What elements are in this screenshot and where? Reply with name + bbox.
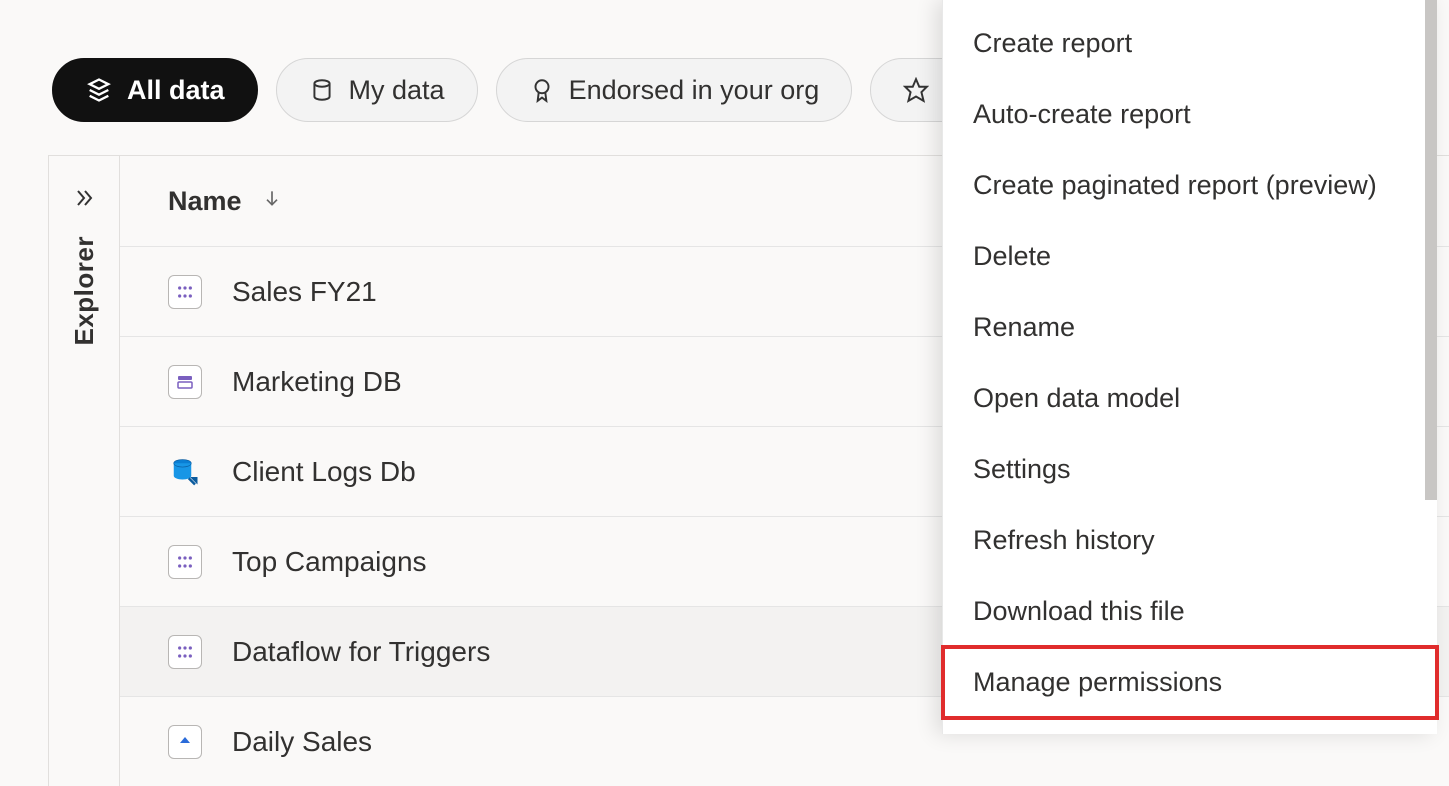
database-icon: [168, 455, 202, 489]
row-name: Top Campaigns: [232, 546, 427, 578]
menu-create-paginated-report[interactable]: Create paginated report (preview): [943, 150, 1437, 221]
arrow-up-icon: [168, 725, 202, 759]
row-name: Dataflow for Triggers: [232, 636, 490, 668]
filter-label: Endorsed in your org: [569, 75, 820, 106]
datamart-icon: [168, 365, 202, 399]
menu-create-report[interactable]: Create report: [943, 8, 1437, 79]
cylinder-icon: [309, 77, 335, 103]
menu-auto-create-report[interactable]: Auto-create report: [943, 79, 1437, 150]
star-icon: [903, 77, 929, 103]
dataset-icon: [168, 275, 202, 309]
explorer-label: Explorer: [69, 236, 100, 346]
filter-label: All data: [127, 75, 225, 106]
menu-settings[interactable]: Settings: [943, 434, 1437, 505]
filter-all-data[interactable]: All data: [52, 58, 258, 122]
filter-my-data[interactable]: My data: [276, 58, 478, 122]
expand-explorer-icon[interactable]: [72, 186, 96, 214]
row-name: Client Logs Db: [232, 456, 416, 488]
filter-label: My data: [349, 75, 445, 106]
row-name: Sales FY21: [232, 276, 377, 308]
dataset-icon: [168, 545, 202, 579]
stack-icon: [85, 76, 113, 104]
scrollbar[interactable]: [1425, 0, 1437, 500]
explorer-rail: Explorer: [48, 156, 120, 786]
context-menu: Create report Auto-create report Create …: [942, 0, 1437, 734]
menu-delete[interactable]: Delete: [943, 221, 1437, 292]
sort-arrow-icon: [262, 188, 282, 214]
row-name: Daily Sales: [232, 726, 372, 758]
row-name: Marketing DB: [232, 366, 402, 398]
menu-refresh-history[interactable]: Refresh history: [943, 505, 1437, 576]
filter-endorsed[interactable]: Endorsed in your org: [496, 58, 853, 122]
ribbon-icon: [529, 77, 555, 103]
menu-open-data-model[interactable]: Open data model: [943, 363, 1437, 434]
dataset-icon: [168, 635, 202, 669]
column-header-text: Name: [168, 186, 242, 217]
menu-rename[interactable]: Rename: [943, 292, 1437, 363]
menu-manage-permissions[interactable]: Manage permissions: [943, 647, 1437, 718]
menu-download-file[interactable]: Download this file: [943, 576, 1437, 647]
